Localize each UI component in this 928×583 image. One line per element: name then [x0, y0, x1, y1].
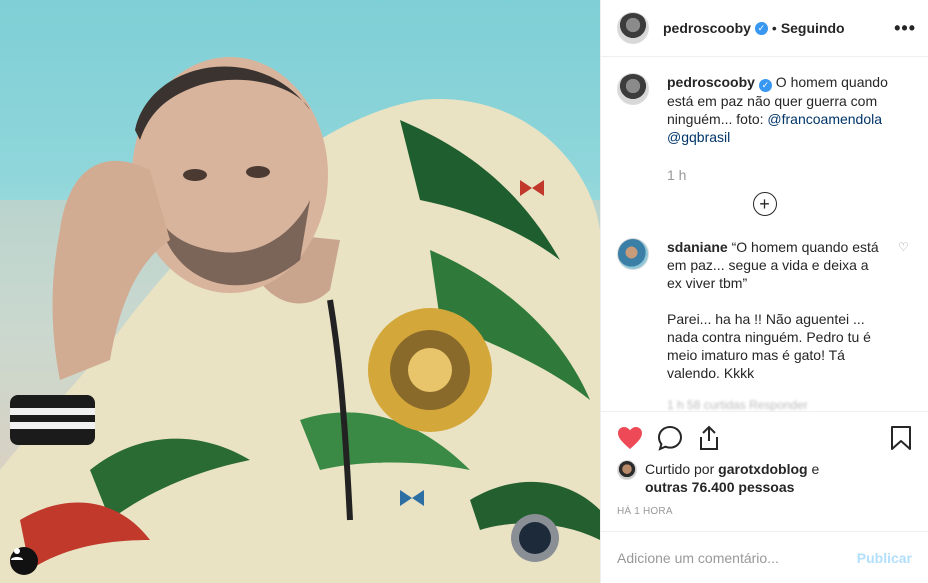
post-header: pedroscooby ✓ • Seguindo ••• [601, 0, 928, 57]
liker-username[interactable]: garotxdoblog [718, 461, 807, 477]
comment-row: sdaniane “O homem quando está em paz... … [617, 237, 912, 412]
header-separator: • [771, 20, 777, 36]
action-icons [617, 420, 912, 456]
commenter-username[interactable]: sdaniane [667, 239, 728, 255]
caption-verified-icon: ✓ [758, 78, 772, 92]
share-icon[interactable] [697, 425, 721, 451]
add-comment-bar: Publicar [601, 531, 928, 583]
add-comment-input[interactable] [617, 549, 857, 566]
caption-row: pedroscooby ✓ O homem quando está em paz … [617, 73, 912, 184]
author-avatar[interactable] [617, 12, 649, 44]
post-side-panel: pedroscooby ✓ • Seguindo ••• pedroscooby… [600, 0, 928, 583]
likes-middle: e [807, 461, 820, 477]
commenter-avatar[interactable] [617, 237, 649, 270]
instagram-post-modal: pedroscooby ✓ • Seguindo ••• pedroscooby… [0, 0, 928, 583]
bookmark-icon[interactable] [890, 425, 912, 451]
post-time-ago[interactable]: HÁ 1 HORA [617, 506, 912, 517]
person-icon [11, 548, 23, 560]
comment-meta: 1 h 58 curtidas Responder [667, 397, 808, 412]
liker-avatar[interactable] [617, 460, 637, 480]
following-button[interactable]: Seguindo [781, 20, 845, 36]
load-more-comments: + [617, 191, 912, 216]
comment-bubble-icon[interactable] [657, 425, 683, 451]
photo-illustration [0, 57, 600, 583]
comments-area[interactable]: pedroscooby ✓ O homem quando está em paz … [601, 57, 928, 411]
verified-badge-icon: ✓ [754, 21, 768, 35]
author-username[interactable]: pedroscooby [663, 20, 751, 36]
mention-francoamendola[interactable]: @francoamendola [767, 111, 882, 127]
caption-author-avatar[interactable] [617, 73, 649, 105]
likes-prefix: Curtido por [645, 461, 719, 477]
likes-count[interactable]: outras 76.400 pessoas [645, 479, 794, 495]
user-tag-icon[interactable] [10, 547, 38, 575]
comment-like-icon[interactable]: ♡ [898, 238, 912, 412]
likes-summary: Curtido por garotxdoblog e outras 76.400… [617, 460, 912, 496]
comment-text: Parei... ha ha !! Não aguentei ... nada … [667, 310, 871, 381]
post-actions: Curtido por garotxdoblog e outras 76.400… [601, 411, 928, 517]
more-options-icon[interactable]: ••• [894, 18, 916, 39]
caption-username[interactable]: pedroscooby [667, 74, 755, 90]
like-heart-icon[interactable] [617, 426, 643, 450]
publish-button[interactable]: Publicar [857, 550, 912, 566]
mention-gqbrasil[interactable]: @gqbrasil [667, 129, 730, 145]
caption-time: 1 h [667, 166, 687, 183]
post-photo[interactable] [0, 0, 600, 583]
load-more-icon[interactable]: + [752, 191, 777, 216]
